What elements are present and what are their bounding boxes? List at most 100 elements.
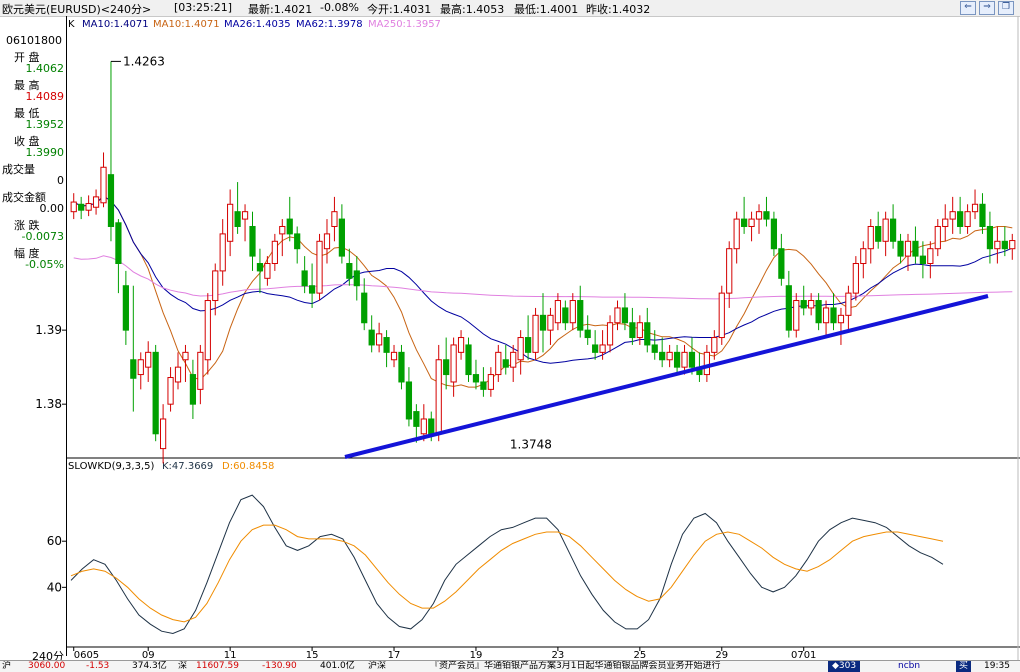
candle-body [942, 218, 949, 227]
candle-body [666, 351, 673, 361]
candle-body [927, 248, 934, 265]
candle-body [361, 292, 368, 324]
price-tick-label: 1.39 [35, 323, 62, 337]
candles [70, 61, 1016, 464]
candle-body [577, 300, 584, 331]
candle-body [852, 263, 859, 294]
candle-body [130, 359, 137, 379]
candle-body [912, 240, 919, 257]
candle-body [413, 411, 420, 427]
candle-body [78, 203, 85, 211]
candle-body [755, 211, 763, 220]
candle-body [524, 337, 532, 353]
candle-body [532, 314, 539, 353]
candle-body [256, 263, 264, 272]
candle-body [621, 307, 629, 324]
candle-body [338, 218, 345, 257]
candle-body [837, 314, 845, 324]
candle-body [70, 201, 77, 213]
candle-body [264, 263, 271, 279]
high-annotation-label: 1.4263 [123, 54, 165, 68]
candle-body [241, 211, 249, 220]
candle-body [331, 211, 338, 227]
candle-body [934, 225, 941, 250]
candle-body [212, 270, 219, 302]
candle-body [919, 255, 926, 265]
candle-body [316, 240, 323, 294]
osc-series-d [70, 524, 944, 623]
candle-body [949, 211, 956, 220]
low-annotation-label: 1.3748 [510, 438, 552, 452]
status-s2: 3060.00 [28, 661, 66, 671]
candle-body [904, 240, 912, 257]
candle-body [323, 233, 331, 250]
candle-body [428, 418, 435, 435]
candle-body [688, 351, 696, 368]
candle-body [636, 322, 643, 339]
candle-body [681, 351, 688, 368]
candle-body [629, 322, 636, 339]
candle-body [986, 225, 994, 250]
candle-body [1001, 240, 1008, 250]
status-s6: 11607.59 [196, 661, 239, 671]
candle-body [994, 240, 1001, 250]
candle-body [115, 222, 122, 265]
candle-body [897, 240, 904, 257]
candle-body [554, 300, 562, 324]
candle-body [964, 211, 971, 227]
candle-body [308, 285, 316, 294]
candle-body [860, 248, 867, 265]
status-s13[interactable]: 买 [956, 661, 972, 672]
candle-body [435, 359, 442, 435]
candle-body [875, 225, 882, 242]
candle-body [137, 359, 144, 376]
candle-body [845, 292, 852, 316]
candle-body [539, 314, 547, 331]
status-s10: 『资产会员』华通铂银产品方案3月1日起华通铂银品牌会员业务开始进行 [430, 661, 721, 671]
candle-body [614, 307, 621, 324]
candle-body [673, 351, 681, 368]
candle-body [450, 344, 457, 383]
candle-body [286, 218, 293, 235]
candle-body [279, 225, 286, 235]
candle-body [472, 374, 480, 383]
price-tick-label: 1.38 [35, 397, 62, 411]
status-s8: 401.0亿 [320, 661, 355, 671]
candle-body [271, 240, 278, 265]
status-s4: 374.3亿 [132, 661, 167, 671]
candle-body [301, 270, 308, 287]
candle-body [547, 314, 554, 331]
status-bar: 沪 3060.00 -1.53 374.3亿 深 11607.59 -130.9… [0, 660, 1020, 672]
candle-body [174, 366, 182, 383]
candle-body [353, 270, 360, 287]
candle-body [592, 344, 599, 353]
status-s3: -1.53 [86, 661, 110, 671]
candle-body [644, 322, 651, 346]
candle-body [167, 377, 174, 405]
chart-canvas[interactable]: 1.391.381.42631.374860400605 09 11 15 17 19 23… [0, 0, 1020, 671]
status-s5: 深 [178, 661, 188, 671]
candle-body [160, 418, 167, 450]
status-s11[interactable]: ◆303 [828, 661, 861, 672]
candle-body [189, 374, 197, 405]
osc-tick-label: 60 [47, 534, 62, 548]
candle-body [882, 218, 889, 242]
candle-body [145, 351, 152, 368]
candle-body [376, 333, 383, 346]
candle-body [830, 307, 837, 324]
candle-body [443, 359, 450, 376]
candle-body [234, 211, 241, 227]
candle-body [763, 211, 770, 220]
candle-body [659, 351, 666, 361]
candle-body [562, 307, 569, 324]
candle-body [569, 300, 576, 324]
osc-tick-label: 40 [47, 580, 62, 594]
candle-body [227, 203, 234, 242]
candle-body [1009, 240, 1016, 250]
candle-body [957, 211, 964, 227]
candle-body [495, 351, 502, 376]
candle-body [741, 218, 748, 227]
candle-body [249, 225, 256, 257]
candle-body [457, 337, 465, 353]
osc-series-k [70, 494, 944, 635]
